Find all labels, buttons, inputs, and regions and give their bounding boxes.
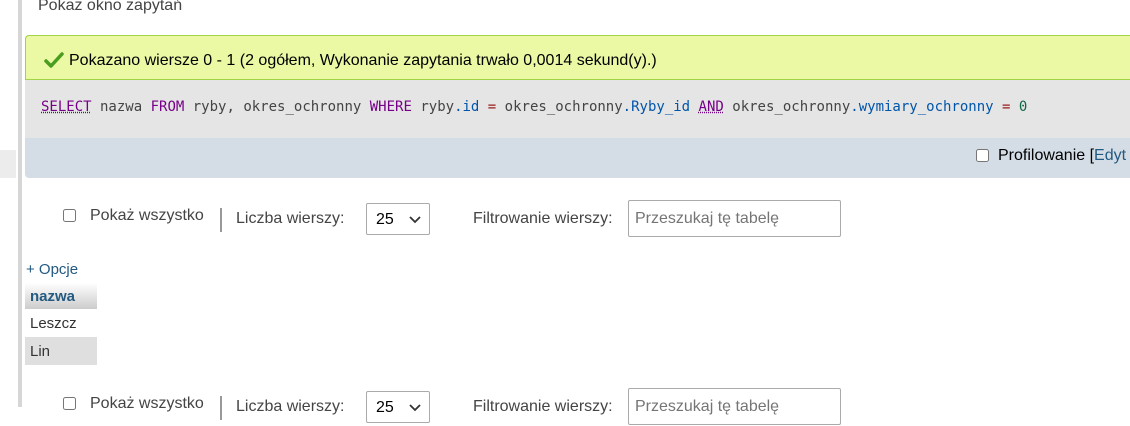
rows-count-select[interactable]: 25	[366, 391, 430, 423]
sql-keyword: WHERE	[369, 99, 412, 115]
filter-rows-input[interactable]	[628, 200, 841, 237]
sql-token: okres_ochronny	[504, 99, 623, 115]
sql-field: .id	[454, 99, 480, 115]
sql-number: 0	[1018, 99, 1028, 115]
separator	[220, 396, 222, 420]
separator	[220, 208, 222, 232]
sql-keyword[interactable]: AND	[699, 99, 724, 115]
rows-count-label: Liczba wierszy:	[236, 210, 345, 227]
profiling-checkbox[interactable]	[976, 149, 989, 162]
table-row: Leszcz	[25, 309, 97, 337]
sql-keyword: FROM	[150, 99, 185, 115]
check-icon	[44, 52, 64, 68]
rows-count-value: 25	[376, 399, 394, 416]
edit-inline-link[interactable]: Edyt	[1094, 147, 1126, 164]
sql-token: nazwa	[91, 99, 151, 115]
table-cell: Lin	[25, 337, 97, 365]
chevron-down-icon	[409, 216, 421, 224]
success-message-box: Pokazano wiersze 0 - 1 (2 ogółem, Wykona…	[25, 35, 1130, 80]
sql-query-box: SELECT nazwa FROM ryby, okres_ochronny W…	[25, 80, 1130, 138]
sql-field: .wymiary_ochronny	[850, 99, 994, 115]
show-all-label[interactable]: Pokaż wszystko	[90, 207, 204, 225]
navigation-row-top: Pokaż wszystko Liczba wierszy: 25 Filtro…	[0, 198, 1130, 238]
show-all-label[interactable]: Pokaż wszystko	[90, 395, 204, 413]
show-query-window-link[interactable]: Pokaż okno zapytań	[38, 0, 182, 15]
sql-keyword[interactable]: SELECT	[41, 99, 92, 115]
success-message: Pokazano wiersze 0 - 1 (2 ogółem, Wykona…	[69, 52, 657, 69]
rows-count-select[interactable]: 25	[366, 203, 430, 235]
sql-operator: =	[479, 99, 505, 115]
profiling-bar: Profilowanie [Edyt	[25, 138, 1130, 178]
table-row: Lin	[25, 337, 97, 365]
profiling-label: Profilowanie [Edyt	[998, 147, 1126, 165]
column-header-nazwa[interactable]: nazwa	[25, 283, 97, 309]
filter-rows-label: Filtrowanie wierszy:	[473, 210, 613, 227]
left-margin-marker	[0, 150, 16, 178]
results-table: nazwa Leszcz Lin	[25, 283, 97, 365]
show-all-checkbox[interactable]	[63, 209, 76, 222]
rows-count-label: Liczba wierszy:	[236, 398, 345, 415]
navigation-row-bottom: Pokaż wszystko Liczba wierszy: 25 Filtro…	[0, 386, 1130, 426]
sql-operator: =	[993, 99, 1019, 115]
show-all-checkbox[interactable]	[63, 397, 76, 410]
sql-token: ryby, okres_ochronny	[184, 99, 370, 115]
chevron-down-icon	[409, 404, 421, 412]
rows-count-value: 25	[376, 211, 394, 228]
sql-token: ryby	[411, 99, 455, 115]
sql-field: .Ryby_id	[622, 99, 691, 115]
filter-rows-label: Filtrowanie wierszy:	[473, 398, 613, 415]
sql-query-text: SELECT nazwa FROM ryby, okres_ochronny W…	[41, 99, 1027, 115]
table-cell: Leszcz	[25, 309, 97, 337]
profiling-label-text: Profilowanie [	[998, 147, 1095, 164]
options-link[interactable]: + Opcje	[26, 261, 78, 278]
sql-token: okres_ochronny	[723, 99, 851, 115]
